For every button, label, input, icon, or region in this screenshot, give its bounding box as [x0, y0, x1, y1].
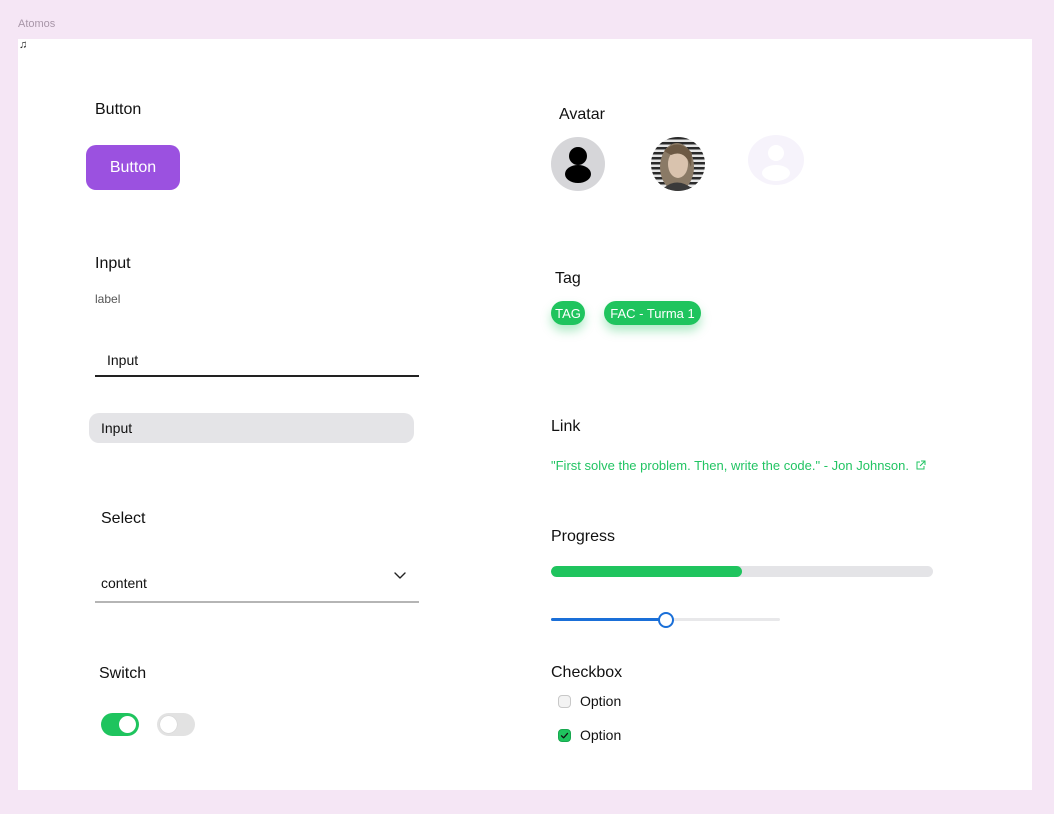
- primary-button[interactable]: Button: [86, 145, 180, 190]
- switch-knob: [160, 716, 177, 733]
- music-note-icon: ♫: [19, 39, 28, 51]
- quote-link[interactable]: "First solve the problem. Then, write th…: [551, 458, 926, 473]
- range-slider[interactable]: [551, 610, 780, 628]
- progress-bar: [551, 566, 933, 577]
- progress-fill: [551, 566, 742, 577]
- frame-title: Atomos: [18, 18, 56, 30]
- checkbox-option-1[interactable]: Option: [558, 691, 621, 711]
- switch-heading: Switch: [99, 665, 147, 682]
- underline-input[interactable]: [95, 345, 419, 377]
- button-heading: Button: [95, 101, 142, 118]
- select-value: content: [101, 575, 147, 591]
- input-label: label: [95, 292, 121, 306]
- external-link-icon: [916, 460, 926, 470]
- slider-fill: [551, 618, 666, 621]
- slider-thumb[interactable]: [657, 612, 674, 628]
- switch-toggle-on[interactable]: [101, 713, 139, 736]
- checkbox-label: Option: [580, 693, 622, 709]
- checkbox-label: Option: [580, 727, 622, 743]
- avatar-heading: Avatar: [559, 106, 605, 123]
- chevron-down-icon: [394, 572, 406, 579]
- select-dropdown[interactable]: content: [95, 563, 419, 603]
- checkmark-icon: [560, 732, 569, 738]
- checkbox-checked[interactable]: [558, 728, 571, 742]
- tag-chip-class[interactable]: FAC - Turma 1: [604, 301, 701, 325]
- switch-toggle-off[interactable]: [157, 713, 195, 736]
- select-heading: Select: [101, 510, 146, 527]
- avatar-default[interactable]: [551, 137, 605, 191]
- link-heading: Link: [551, 418, 581, 435]
- tag-heading: Tag: [555, 270, 581, 287]
- tag-chip[interactable]: TAG: [551, 301, 585, 325]
- link-text: "First solve the problem. Then, write th…: [551, 458, 909, 473]
- avatar-placeholder: [748, 135, 804, 185]
- switch-knob: [119, 716, 136, 733]
- filled-input[interactable]: [89, 413, 414, 443]
- progress-heading: Progress: [551, 528, 616, 545]
- checkbox-option-2[interactable]: Option: [558, 725, 621, 745]
- checkbox-unchecked[interactable]: [558, 694, 571, 708]
- atoms-canvas: ♫ Button Button Input label Select conte…: [18, 39, 1032, 790]
- user-photo: [651, 137, 705, 191]
- input-heading: Input: [95, 255, 131, 272]
- avatar-photo[interactable]: [651, 137, 705, 191]
- user-silhouette-icon: [565, 147, 591, 183]
- checkbox-heading: Checkbox: [551, 664, 623, 681]
- placeholder-avatar-icon: [762, 145, 790, 181]
